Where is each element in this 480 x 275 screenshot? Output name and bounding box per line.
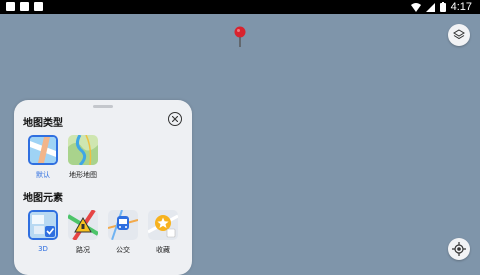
map-element-favorites-option[interactable] [148,210,178,240]
layers-icon [453,29,465,40]
wifi-icon [410,2,421,12]
drag-handle[interactable] [93,105,113,108]
close-icon [172,116,178,122]
map-type-title: 地图类型 [23,118,63,129]
my-location-button[interactable] [448,238,470,260]
map-element-3d-option[interactable] [28,210,58,240]
favorites-icon [148,210,178,240]
map-type-terrain-label: 地形地图 [69,171,97,179]
traffic-icon [68,210,98,240]
notification-icons [6,2,43,11]
map-layer-panel: 地图类型 默认 地形地图 地图元素 3D 路况 公交 收藏 [14,100,192,275]
map-element-transit-option[interactable] [108,210,138,240]
image-notification-icon [6,2,15,11]
map-type-terrain-option[interactable] [68,135,98,165]
clock-time: 4:17 [450,1,472,13]
map-elements-title: 地图元素 [23,193,63,204]
sim-notification-icon [20,2,29,11]
map-type-default-label: 默认 [36,171,50,179]
map-element-traffic-option[interactable] [68,210,98,240]
crosshair-icon [452,242,466,256]
map-element-transit-label: 公交 [116,246,130,254]
map-type-default-option[interactable] [28,135,58,165]
status-bar: 4:17 [0,0,480,14]
default-map-icon [30,137,56,163]
location-pin-icon[interactable] [233,26,247,48]
transit-icon [108,210,138,240]
signal-icon [425,2,435,12]
app-notification-icon [34,2,43,11]
map-element-traffic-label: 路况 [76,246,90,254]
map-element-favorites-label: 收藏 [156,246,170,254]
terrain-map-icon [68,135,98,165]
map-element-3d-label: 3D [38,245,48,253]
layers-button[interactable] [448,24,470,46]
battery-icon [439,2,446,12]
close-button[interactable] [168,112,182,126]
3d-map-icon [30,212,56,238]
